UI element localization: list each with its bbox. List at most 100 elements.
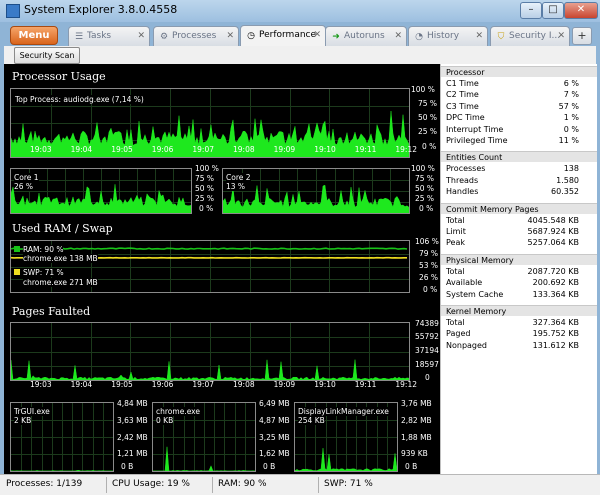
tab-label: Performance: [259, 30, 317, 40]
status-cpu: CPU Usage: 19 %: [112, 479, 190, 489]
stats-key: Limit: [446, 227, 466, 236]
stats-value: 131.612 KB: [532, 340, 579, 350]
time-label: 19:08: [233, 380, 255, 389]
tab-history[interactable]: ◔ History ✕: [408, 26, 488, 46]
process-graph-trgui: TrGUI.exe 2 KB: [10, 402, 114, 472]
stats-value: 60.352: [551, 187, 579, 197]
menu-button[interactable]: Menu: [10, 26, 58, 45]
trgui-axis-label: 1,21 MB: [117, 449, 148, 458]
stats-key: Handles: [446, 187, 479, 197]
tab-close-icon[interactable]: ✕: [313, 26, 321, 45]
stats-value: 327.364 KB: [532, 318, 579, 327]
status-separator: [212, 477, 213, 493]
core2-value: 13 %: [226, 182, 246, 191]
stats-row: Processes 138: [441, 163, 597, 174]
stats-row: C2 Time 7 %: [441, 89, 597, 100]
core1-axis-label: 75 %: [195, 174, 215, 183]
status-separator: [318, 477, 319, 493]
stats-key: Threads: [446, 175, 479, 185]
minimize-button[interactable]: –: [520, 2, 542, 19]
time-label: 19:06: [151, 380, 174, 389]
stats-value: 2087.720 KB: [527, 266, 579, 276]
stats-row: Total 327.364 KB: [441, 317, 597, 328]
stats-value: 133.364 KB: [532, 289, 579, 299]
cpu-axis-label: 0 %: [422, 142, 437, 151]
tab-close-icon[interactable]: ✕: [557, 27, 565, 46]
tab-bar: Menu ☰ Tasks ✕ ⚙ Processes ✕ ◷ Performan…: [4, 24, 596, 47]
stats-row: Peak 5257.064 KB: [441, 237, 597, 248]
process-name: DisplayLinkManager.exe: [298, 407, 389, 416]
stats-row: Nonpaged 131.612 KB: [441, 340, 597, 351]
core1-axis-label: 0 %: [199, 204, 214, 213]
tab-label: Processes: [172, 31, 217, 41]
maximize-button[interactable]: □: [542, 2, 564, 19]
tab-performance[interactable]: ◷ Performance ✕: [240, 25, 326, 47]
security-scan-button[interactable]: Security Scan: [14, 47, 80, 64]
displaylink-axis-label: 3,76 MB: [401, 399, 432, 408]
status-processes: Processes: 1/139: [6, 479, 83, 489]
chrome-axis-label: 4,87 MB: [259, 416, 290, 425]
core2-graph: Core 2 13 %: [222, 168, 410, 214]
stats-key: DPC Time: [446, 113, 485, 123]
swp-legend-swatch: [14, 269, 20, 275]
tab-close-icon[interactable]: ✕: [394, 27, 402, 46]
arrow-icon: ➜: [332, 32, 340, 42]
time-label: 19:08: [233, 145, 255, 154]
tab-close-icon[interactable]: ✕: [137, 27, 145, 46]
top-process-label: Top Process: audiodg.exe (7,14 %): [15, 95, 144, 104]
pages-axis-label: 55792: [415, 332, 439, 341]
title-bar[interactable]: System Explorer 3.8.0.4558 – □ ✕: [0, 0, 600, 22]
core1-axis-label: 25 %: [195, 194, 215, 203]
app-icon: [6, 4, 20, 18]
stats-row: Total 4045.548 KB: [441, 215, 597, 226]
swp-label: SWP: 71 %: [23, 268, 64, 277]
ram-axis-label: 79 %: [419, 249, 439, 258]
list-icon: ☰: [74, 32, 84, 42]
trgui-axis-label: 3,63 MB: [117, 416, 148, 425]
core2-axis-label: 75 %: [415, 174, 435, 183]
stats-value: 1 %: [563, 113, 579, 123]
chrome-axis-label: 6,49 MB: [259, 399, 290, 408]
stats-key: System Cache: [446, 289, 504, 299]
time-label: 19:06: [151, 145, 174, 154]
core2-axis-label: 50 %: [415, 184, 435, 193]
core2-label: Core 2: [226, 173, 251, 182]
core1-axis-label: 100 %: [195, 164, 219, 173]
tab-processes[interactable]: ⚙ Processes ✕: [153, 26, 239, 46]
stats-row: C1 Time 6 %: [441, 78, 597, 89]
close-button[interactable]: ✕: [564, 2, 598, 19]
tab-close-icon[interactable]: ✕: [475, 27, 483, 46]
pages-graph-plot: [11, 323, 409, 380]
stats-row: Privileged Time 11 %: [441, 135, 597, 146]
time-label: 19:03: [30, 380, 52, 389]
tab-close-icon[interactable]: ✕: [226, 27, 234, 46]
time-label: 19:10: [314, 145, 336, 154]
cpu-axis-label: 25 %: [418, 127, 438, 136]
tab-label: Autoruns: [344, 31, 385, 41]
tab-security[interactable]: ⛉ Security I... ✕: [490, 26, 570, 46]
core2-axis-label: 25 %: [415, 194, 435, 203]
processor-usage-title: Processor Usage: [12, 70, 106, 83]
stats-row: Paged 195.752 KB: [441, 328, 597, 339]
tab-tasks[interactable]: ☰ Tasks ✕: [68, 26, 150, 46]
ram-axis-label: 106 %: [415, 237, 439, 246]
stats-key: Privileged Time: [446, 136, 508, 145]
add-tab-button[interactable]: +: [572, 27, 592, 45]
stats-group-header: Entities Count: [441, 151, 597, 163]
stats-key: C1 Time: [446, 79, 479, 88]
pages-axis-label: 18597: [415, 360, 439, 369]
time-label: 19:12: [395, 380, 418, 389]
stats-value: 4045.548 KB: [527, 215, 579, 225]
status-bar: Processes: 1/139 CPU Usage: 19 % RAM: 90…: [0, 474, 600, 495]
chrome-axis-label: 0 B: [263, 462, 276, 471]
stats-sidebar: Processor C1 Time 6 % C2 Time 7 % C3 Time 57 %…: [440, 64, 597, 474]
ram-axis-label: 26 %: [419, 273, 439, 282]
process-value: 2 KB: [14, 416, 32, 425]
window-title: System Explorer 3.8.0.4558: [24, 3, 178, 16]
displaylink-axis-label: 2,82 MB: [401, 416, 432, 425]
pages-graph: [10, 322, 410, 381]
swp-process: chrome.exe 271 MB: [23, 278, 98, 287]
time-label: 19:04: [70, 380, 93, 389]
gear-icon: ⚙: [159, 32, 169, 42]
tab-autoruns[interactable]: ➜ Autoruns ✕: [325, 26, 407, 46]
